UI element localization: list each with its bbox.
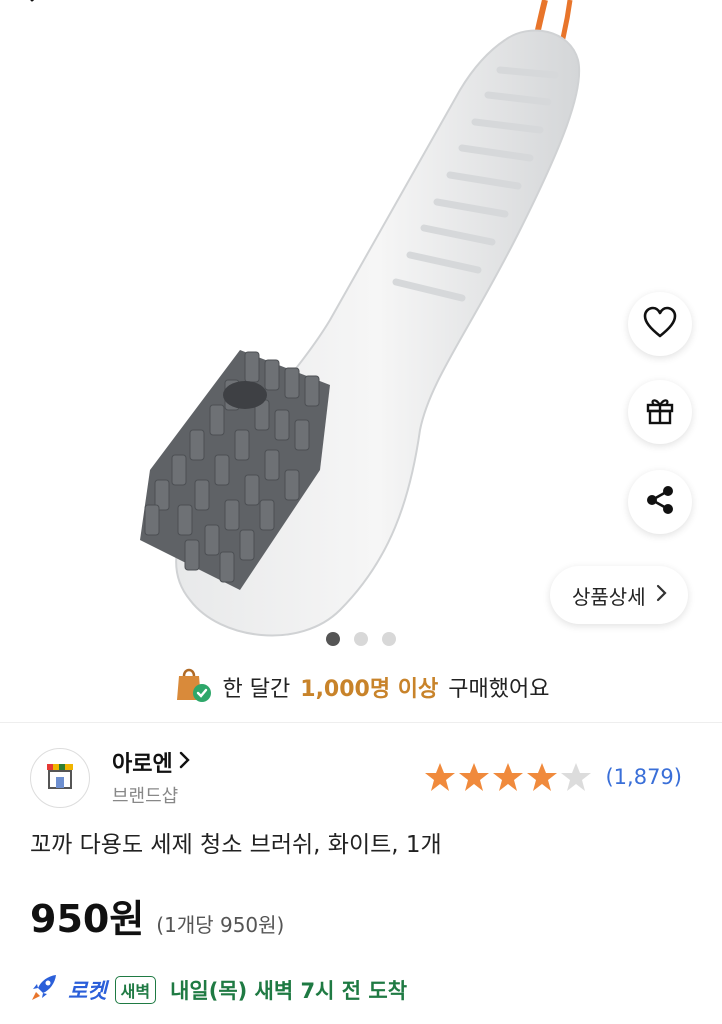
price-block: 950원 (1개당 950원)	[30, 888, 284, 943]
carousel-dot[interactable]	[354, 632, 368, 646]
store-icon	[44, 761, 76, 795]
product-image	[140, 0, 581, 637]
shopping-bag-check-icon	[173, 664, 213, 710]
product-detail-label: 상품상세	[572, 584, 646, 609]
rocket-icon	[30, 972, 60, 1007]
carousel-dot[interactable]	[326, 632, 340, 646]
share-icon	[643, 483, 677, 521]
rating[interactable]: (1,879)	[423, 760, 682, 794]
purchase-count-suffix: 구매했어요	[448, 677, 550, 702]
product-detail-button[interactable]: 상품상세	[550, 566, 688, 624]
delivery-info: 로켓 새벽 내일(목) 새벽 7시 전 도착	[30, 972, 407, 1007]
product-title: 꼬까 다용도 세제 청소 브러쉬, 화이트, 1개	[30, 832, 442, 858]
share-button[interactable]	[628, 470, 692, 534]
sale-price: 950원	[30, 897, 145, 941]
back-arrow-icon[interactable]	[24, 0, 54, 20]
wishlist-button[interactable]	[628, 292, 692, 356]
gift-button[interactable]	[628, 380, 692, 444]
gift-icon	[643, 393, 677, 431]
rocket-label: 로켓	[68, 978, 107, 1003]
purchase-count-banner: 한 달간 1,000명 이상 구매했어요	[0, 664, 722, 710]
delivery-eta: 내일(목) 새벽 7시 전 도착	[170, 978, 408, 1003]
heart-icon	[642, 305, 678, 343]
section-divider	[0, 722, 722, 723]
product-image-area[interactable]: 상품상세	[0, 0, 722, 650]
dawn-badge: 새벽	[114, 975, 157, 1004]
brand-logo[interactable]	[30, 748, 90, 808]
brand-type: 브랜드샵	[112, 786, 179, 807]
star-rating-icon	[425, 763, 592, 791]
review-count[interactable]: (1,879)	[605, 765, 682, 789]
brand-name-link[interactable]: 아로엔	[112, 746, 191, 778]
carousel-indicator	[0, 632, 722, 646]
carousel-dot[interactable]	[382, 632, 396, 646]
chevron-right-icon	[656, 583, 668, 607]
unit-price: (1개당 950원)	[156, 913, 285, 937]
chevron-right-icon	[179, 750, 191, 775]
purchase-count-highlight: 1,000명 이상	[300, 677, 439, 702]
brand-name: 아로엔	[112, 752, 173, 777]
purchase-count-prefix: 한 달간	[222, 677, 291, 702]
